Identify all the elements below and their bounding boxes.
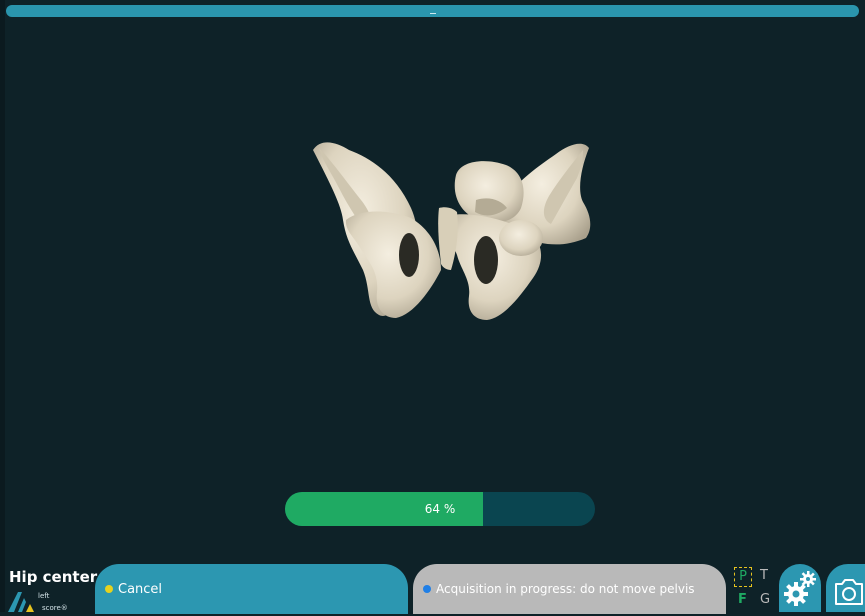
leftscore-logo-icon (8, 592, 34, 612)
plane-g-toggle[interactable]: G (760, 592, 770, 607)
status-text: Acquisition in progress: do not move pel… (436, 582, 695, 596)
cancel-button[interactable]: Cancel (95, 564, 408, 614)
pull-handle[interactable] (429, 13, 436, 14)
top-pull-bar[interactable] (6, 5, 859, 17)
settings-button[interactable] (779, 564, 821, 612)
brand-word-score: score® (42, 604, 68, 612)
step-title: Hip center (9, 568, 98, 586)
left-ischium (345, 211, 441, 318)
cancel-label: Cancel (118, 581, 163, 597)
left-edge (0, 0, 5, 612)
screenshot-button[interactable] (826, 564, 865, 612)
3d-viewport[interactable] (6, 20, 859, 550)
right-obturator-foramen (474, 236, 498, 284)
progress-label: 64 % (424, 502, 456, 516)
acquisition-progress-bar: 64 % (285, 492, 595, 526)
status-message: Acquisition in progress: do not move pel… (413, 564, 726, 614)
gear-icon (784, 571, 816, 606)
pelvis-model[interactable] (301, 120, 601, 330)
blue-dot-icon (423, 585, 431, 593)
left-obturator-foramen (399, 233, 419, 277)
brand-word-left: left (38, 592, 50, 600)
plane-p-toggle[interactable]: P (734, 567, 752, 587)
plane-t-toggle[interactable]: T (760, 568, 768, 583)
bottom-toolbar: Hip center left score® Cancel Acquisitio… (0, 558, 865, 614)
pubic-symphysis (438, 207, 458, 270)
femoral-head (499, 220, 543, 256)
brand-block: Hip center left score® (8, 568, 98, 612)
camera-icon (835, 579, 863, 605)
plane-f-toggle[interactable]: F (738, 592, 747, 607)
plane-selector[interactable]: P T F G (730, 564, 774, 612)
yellow-dot-icon (105, 585, 113, 593)
